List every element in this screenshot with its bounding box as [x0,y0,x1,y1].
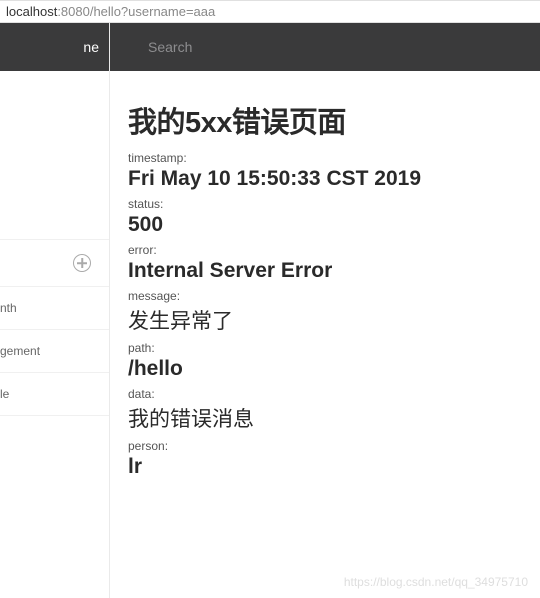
status-value: 500 [128,213,522,237]
message-value: 发生异常了 [128,305,522,335]
message-label: message: [128,289,522,303]
url-host: localhost [6,4,57,19]
sidebar-item-label: nth [0,301,17,315]
person-value: lr [128,455,522,479]
person-label: person: [128,439,522,453]
status-label: status: [128,197,522,211]
sidebar-item[interactable]: le [0,373,109,416]
main-area: 我的5xx错误页面 timestamp: Fri May 10 15:50:33… [110,23,540,598]
watermark: https://blog.csdn.net/qq_34975710 [344,575,528,589]
url-path: :8080/hello?username=aaa [57,4,215,19]
app-layout: ne nth gement le 我的5xx错误页面 time [0,23,540,598]
sidebar-item[interactable] [0,211,109,240]
sidebar-item[interactable]: gement [0,330,109,373]
content: 我的5xx错误页面 timestamp: Fri May 10 15:50:33… [110,71,540,483]
address-bar[interactable]: localhost:8080/hello?username=aaa [0,0,540,23]
sidebar-item[interactable]: nth [0,287,109,330]
sidebar-items: nth gement le [0,71,109,416]
timestamp-value: Fri May 10 15:50:33 CST 2019 [128,167,522,191]
sidebar-header-label: ne [83,39,99,55]
path-label: path: [128,341,522,355]
search-input[interactable] [148,39,540,55]
error-value: Internal Server Error [128,259,522,283]
data-label: data: [128,387,522,401]
sidebar: ne nth gement le [0,23,110,598]
page-title: 我的5xx错误页面 [128,99,522,141]
top-bar [110,23,540,71]
error-label: error: [128,243,522,257]
data-value: 我的错误消息 [128,403,522,433]
path-value: /hello [128,357,522,381]
sidebar-item-add[interactable] [0,240,109,287]
timestamp-label: timestamp: [128,151,522,165]
sidebar-item-label: gement [0,344,40,358]
plus-circle-icon [73,254,91,272]
sidebar-item-label: le [0,387,9,401]
sidebar-header[interactable]: ne [0,23,109,71]
